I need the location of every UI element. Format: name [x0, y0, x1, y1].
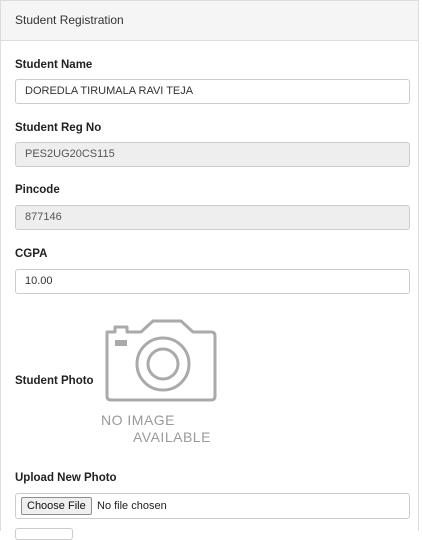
upload-photo-label: Upload New Photo — [15, 472, 117, 484]
file-status-text: No file chosen — [97, 500, 167, 512]
student-photo-label: Student Photo — [15, 375, 94, 387]
student-name-label: Student Name — [15, 59, 93, 71]
pincode-label: Pincode — [15, 184, 60, 196]
no-image-text: NO IMAGE — [101, 412, 176, 428]
reg-no-input: PES2UG20CS115 — [15, 142, 410, 167]
camera-icon — [105, 319, 217, 402]
student-photo-placeholder: NO IMAGE AVAILABLE — [101, 316, 221, 456]
registration-panel: Student Registration Student Name DOREDL… — [0, 0, 419, 540]
student-name-input[interactable]: DOREDLA TIRUMALA RAVI TEJA — [15, 79, 410, 104]
panel-title: Student Registration — [1, 1, 418, 41]
cgpa-label: CGPA — [15, 248, 48, 260]
submit-button[interactable] — [15, 528, 73, 540]
cgpa-input[interactable]: 10.00 — [15, 269, 410, 294]
file-upload-field[interactable]: Choose File No file chosen — [15, 493, 410, 519]
available-text: AVAILABLE — [133, 429, 211, 445]
choose-file-button[interactable]: Choose File — [21, 497, 92, 515]
pincode-input: 877146 — [15, 205, 410, 230]
reg-no-label: Student Reg No — [15, 122, 102, 134]
